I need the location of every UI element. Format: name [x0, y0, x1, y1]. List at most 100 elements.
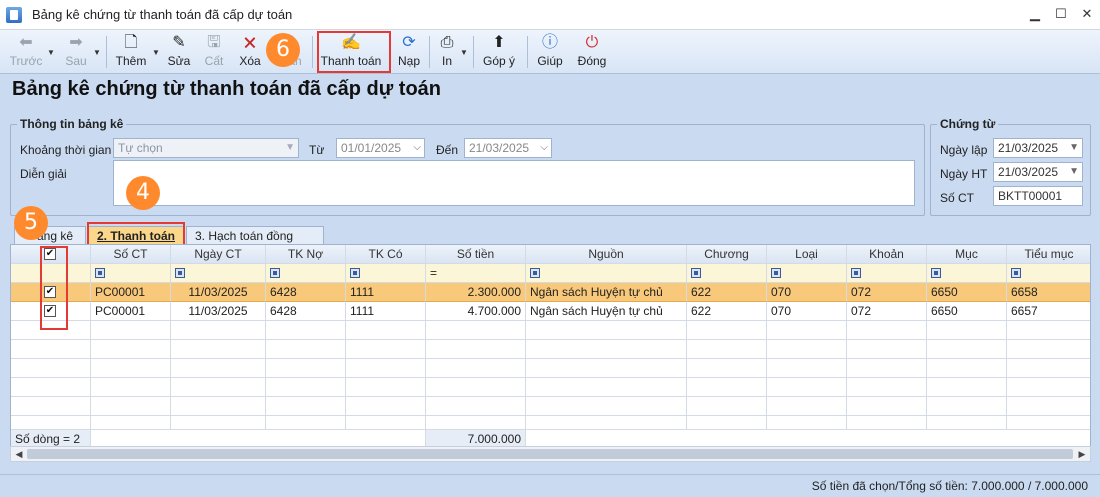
accounting-date-input[interactable]: 21/03/2025 ▼ [993, 162, 1083, 182]
empty-row [11, 321, 1090, 340]
filter-icon[interactable] [350, 268, 360, 278]
app-icon [6, 6, 22, 23]
chevron-down-icon[interactable]: ▼ [152, 48, 160, 57]
window-title: Bảng kê chứng từ thanh toán đã cấp dự to… [32, 7, 293, 22]
page-title: Bảng kê chứng từ thanh toán đã cấp dự to… [12, 78, 442, 100]
chevron-down-icon: ▼ [1069, 166, 1079, 177]
printer-icon: ⎙ [440, 34, 454, 51]
col-header-tieu-muc[interactable]: Tiểu mục [1007, 245, 1090, 264]
pay-button-highlight [317, 31, 391, 73]
voucher-no-input[interactable]: BKTT00001 [993, 186, 1083, 206]
description-label: Diễn giải [20, 167, 67, 181]
chevron-down-icon: ▼ [285, 142, 295, 153]
feedback-button[interactable]: ⬆ Góp ý [480, 32, 518, 72]
col-header-tk-no[interactable]: TK Nợ [266, 245, 346, 264]
close-icon[interactable]: ✕ [1080, 6, 1094, 22]
col-header-loai[interactable]: Loại [767, 245, 847, 264]
from-date-input[interactable]: 01/01/2025 ⌵ [336, 138, 425, 158]
toolbar-separator [429, 36, 430, 68]
filter-row: = [11, 264, 1090, 283]
payment-grid: ✔ Số CT Ngày CT TK Nợ TK Có Số tiền Nguồ… [10, 244, 1091, 448]
col-header-tk-co[interactable]: TK Có [346, 245, 426, 264]
arrow-right-icon: ➡ [69, 34, 83, 51]
chevron-down-icon[interactable]: ▼ [460, 48, 468, 57]
new-document-icon: 🗋 [124, 34, 138, 51]
col-header-so-tien[interactable]: Số tiền [426, 245, 526, 264]
edit-button[interactable]: ✎ Sửa [166, 32, 192, 72]
description-input[interactable] [113, 160, 915, 206]
voucher-no-label: Số CT [940, 191, 975, 205]
filter-icon[interactable] [530, 268, 540, 278]
table-row[interactable]: ✔ PC00001 11/03/2025 6428 1111 4.700.000… [11, 302, 1090, 321]
grid-header: ✔ Số CT Ngày CT TK Nợ TK Có Số tiền Nguồ… [11, 245, 1090, 264]
col-header-khoan[interactable]: Khoản [847, 245, 927, 264]
from-label: Từ [309, 143, 325, 157]
filter-icon[interactable] [1011, 268, 1021, 278]
col-header-nguon[interactable]: Nguồn [526, 245, 687, 264]
chevron-down-icon: ▼ [1069, 142, 1079, 153]
horizontal-scrollbar[interactable]: ◀ ▶ [10, 446, 1091, 462]
col-header-so-ct[interactable]: Số CT [91, 245, 171, 264]
filter-icon[interactable] [270, 268, 280, 278]
feedback-icon: ⬆ [492, 34, 506, 51]
floppy-disk-icon: 🖫 [207, 34, 221, 51]
minimize-icon[interactable]: ▁ [1028, 6, 1042, 22]
toolbar-separator [527, 36, 528, 68]
save-button[interactable]: 🖫 Cất [202, 32, 226, 72]
col-header-ngay-ct[interactable]: Ngày CT [171, 245, 266, 264]
print-button[interactable]: ⎙ In [436, 32, 458, 72]
toolbar-separator [106, 36, 107, 68]
col-header-chuong[interactable]: Chương [687, 245, 767, 264]
status-bar: Số tiền đã chọn/Tổng số tiền: 7.000.000 … [0, 474, 1100, 497]
filter-icon[interactable] [175, 268, 185, 278]
delete-button[interactable]: 🗙 Xóa [236, 32, 264, 72]
col-header-muc[interactable]: Mục [927, 245, 1007, 264]
refresh-icon: ⟳ [402, 34, 416, 51]
prev-button[interactable]: ⬅ Trước [10, 32, 43, 72]
to-date-input[interactable]: 21/03/2025 ⌵ [464, 138, 552, 158]
to-label: Đến [436, 143, 459, 157]
empty-row [11, 397, 1090, 416]
period-label: Khoảng thời gian [20, 143, 112, 157]
maximize-icon[interactable]: ☐ [1054, 6, 1068, 22]
chevron-down-icon[interactable]: ▼ [93, 48, 101, 57]
reload-button[interactable]: ⟳ Nạp [394, 32, 424, 72]
add-button[interactable]: 🗋 Thêm [114, 32, 148, 72]
help-button[interactable]: ⓘ Giúp [535, 32, 565, 72]
accounting-date-label: Ngày HT [940, 167, 988, 181]
checkbox-column-highlight [40, 246, 68, 330]
power-icon: ⏻ [585, 34, 599, 51]
table-row[interactable]: ✔ PC00001 11/03/2025 6428 1111 2.300.000… [11, 283, 1090, 302]
chevron-down-icon[interactable]: ▼ [47, 48, 55, 57]
empty-row [11, 359, 1090, 378]
filter-icon[interactable] [771, 268, 781, 278]
window-controls: ▁ ☐ ✕ [1028, 6, 1094, 22]
chevron-down-icon: ⌵ [540, 142, 548, 153]
toolbar-separator [473, 36, 474, 68]
voucher-date-input[interactable]: 21/03/2025 ▼ [993, 138, 1083, 158]
voucher-date-label: Ngày lập [940, 143, 988, 157]
tab-concurrent-accounting[interactable]: 3. Hạch toán đồng thời [186, 226, 324, 261]
filter-icon[interactable] [691, 268, 701, 278]
empty-row [11, 416, 1090, 430]
close-button[interactable]: ⏻ Đóng [576, 32, 608, 72]
filter-icon[interactable] [851, 268, 861, 278]
status-text: Số tiền đã chọn/Tổng số tiền: 7.000.000 … [811, 479, 1088, 493]
arrow-left-icon: ⬅ [19, 34, 33, 51]
toolbar-separator [312, 36, 313, 68]
chevron-down-icon: ⌵ [413, 142, 421, 153]
title-bar: Bảng kê chứng từ thanh toán đã cấp dự to… [0, 0, 1100, 30]
step-badge-5: 5 [14, 206, 48, 240]
step-badge-6: 6 [266, 33, 300, 67]
next-button[interactable]: ➡ Sau [62, 32, 90, 72]
filter-equals[interactable]: = [426, 264, 526, 283]
empty-row [11, 340, 1090, 359]
scroll-thumb[interactable] [27, 449, 1073, 459]
step-badge-4: 4 [126, 176, 160, 210]
filter-icon[interactable] [931, 268, 941, 278]
period-select[interactable]: Tự chọn ▼ [113, 138, 299, 158]
pencil-icon: ✎ [172, 34, 186, 51]
scroll-right-icon[interactable]: ▶ [1074, 447, 1090, 461]
scroll-left-icon[interactable]: ◀ [11, 447, 27, 461]
filter-icon[interactable] [95, 268, 105, 278]
